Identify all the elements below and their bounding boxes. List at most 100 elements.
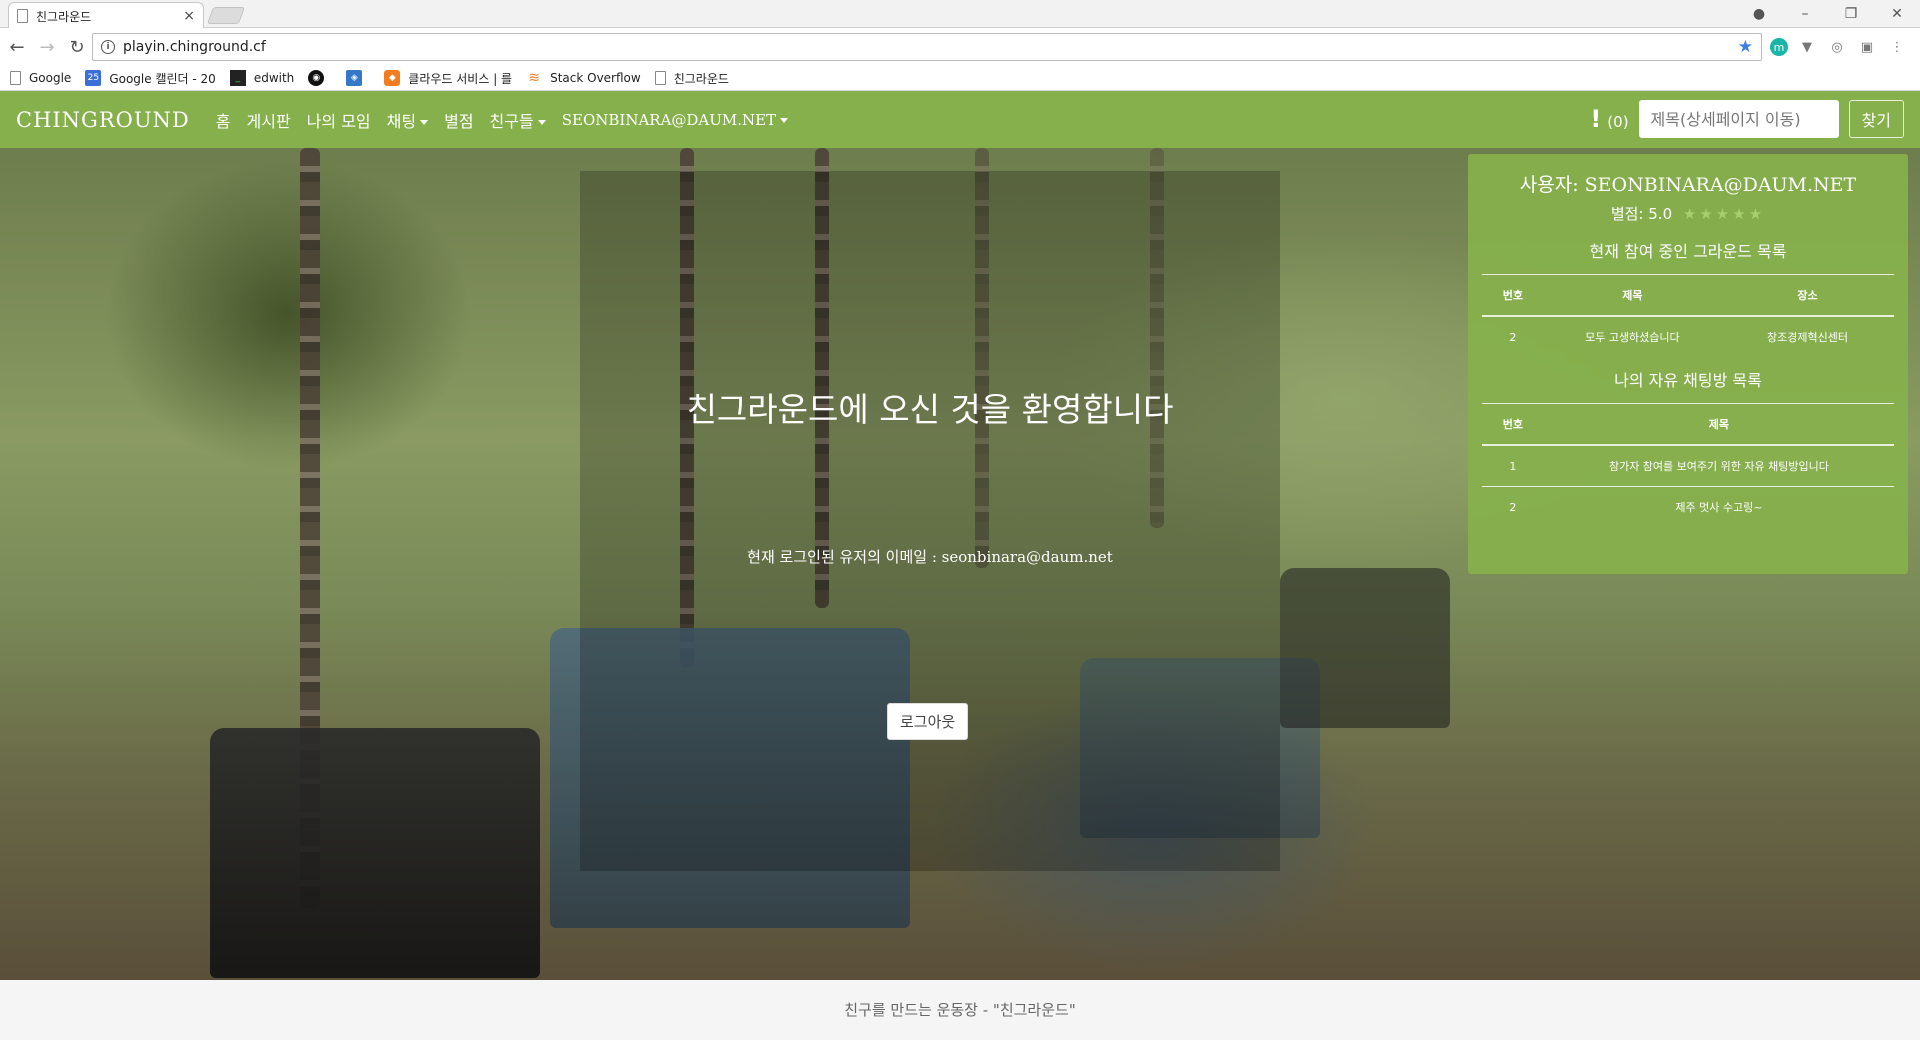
table-cell: 1 [1482, 445, 1544, 487]
brand-logo[interactable]: CHINGROUND [16, 108, 190, 132]
reload-icon[interactable]: ↻ [64, 34, 90, 60]
table-cell: 창조경제혁신센터 [1766, 331, 1848, 344]
column-header: 제목 [1543, 274, 1721, 317]
terminal-icon: _ [229, 70, 246, 86]
cube-icon: ◆ [384, 70, 401, 86]
tab-close-icon[interactable]: × [183, 8, 195, 24]
grounds-table: 번호 제목 장소 2 모두 고생하셨습니다 창조경제혁신센터 [1482, 274, 1894, 357]
notification-count[interactable]: (0) [1607, 113, 1628, 131]
bookmark-github[interactable]: ◉ [308, 70, 332, 86]
bookmark-label: 클라우드 서비스 | 를 [408, 71, 513, 86]
grounds-title: 현재 참여 중인 그라운드 목록 [1589, 242, 1787, 261]
info-icon[interactable]: i [101, 40, 115, 54]
close-window-button[interactable]: ✕ [1874, 0, 1920, 28]
nav-account-dropdown[interactable]: SEONBINARA@DAUM.NET [561, 110, 789, 129]
bookmark-label: Stack Overflow [550, 71, 641, 85]
extensions-bar: m ▼ ◎ ▣ ⋮ [1762, 36, 1908, 58]
table-cell: 2 [1509, 500, 1517, 514]
panel-user-label: 사용자: [1519, 174, 1579, 196]
bookmark-app[interactable]: ◈ [346, 70, 370, 86]
welcome-box: 친그라운드에 오신 것을 환영합니다 현재 로그인된 유저의 이메일 : seo… [580, 171, 1280, 871]
extension-v-icon[interactable]: ▼ [1796, 36, 1818, 58]
search-button[interactable]: 찾기 [1848, 100, 1904, 138]
welcome-title: 친그라운드에 오신 것을 환영합니다 [686, 390, 1174, 429]
notification-icon[interactable]: ! [1590, 105, 1601, 133]
nav-board[interactable]: 게시판 [247, 108, 291, 132]
caret-down-icon [780, 118, 789, 123]
chats-title: 나의 자유 채팅방 목록 [1614, 371, 1762, 390]
nav-rating[interactable]: 별점 [444, 108, 473, 132]
window-controls: ● – ❐ ✕ [1736, 0, 1920, 28]
swing-seat-decoration [1280, 568, 1450, 728]
page-icon [17, 9, 28, 23]
bookmark-calendar[interactable]: 25 Google 캘린더 - 20 [85, 70, 216, 87]
bookmark-label: Google 캘린더 - 20 [109, 71, 216, 86]
back-arrow-icon[interactable]: ← [4, 34, 30, 60]
bookmark-star-icon[interactable]: ★ [1738, 37, 1753, 57]
table-cell[interactable]: 참가자 참여를 보여주기 위한 자유 채팅방입니다 [1543, 445, 1894, 487]
app-icon: ◈ [346, 70, 363, 86]
chats-table: 번호 제목 1 참가자 참여를 보여주기 위한 자유 채팅방입니다 2 제주 멋… [1482, 403, 1894, 527]
browser-toolbar: ← → ↻ i playin.chinground.cf ★ m ▼ ◎ ▣ ⋮ [0, 28, 1920, 66]
logout-button[interactable]: 로그아웃 [887, 703, 969, 740]
table-row[interactable]: 1 참가자 참여를 보여주기 위한 자유 채팅방입니다 [1482, 445, 1894, 487]
page-icon [10, 71, 21, 85]
panel-user: 사용자: SEONBINARA@DAUM.NET [1482, 170, 1894, 197]
extension-square-icon[interactable]: ▣ [1856, 36, 1878, 58]
bookmark-label: Google [29, 71, 72, 85]
bookmark-stackoverflow[interactable]: ≋ Stack Overflow [526, 70, 641, 86]
address-bar[interactable]: i playin.chinground.cf ★ [92, 33, 1762, 61]
extension-circle-icon[interactable]: ◎ [1826, 36, 1848, 58]
table-row[interactable]: 2 모두 고생하셨습니다 창조경제혁신센터 [1482, 316, 1894, 357]
browser-tabstrip: 친그라운드 × ● – ❐ ✕ [0, 0, 1920, 29]
nav-account-label: SEONBINARA@DAUM.NET [561, 110, 777, 129]
bookmark-label: 친그라운드 [673, 71, 729, 86]
table-cell[interactable]: 모두 고생하셨습니다 [1544, 316, 1721, 357]
column-header: 장소 [1720, 274, 1894, 317]
caret-down-icon [537, 119, 546, 125]
nav-friends-dropdown[interactable]: 친구들 [490, 108, 546, 132]
swing-seat-decoration [210, 728, 540, 978]
nav-home[interactable]: 홈 [216, 108, 231, 132]
nav-chat-dropdown[interactable]: 채팅 [386, 108, 429, 132]
bookmark-edwith[interactable]: _ edwith [229, 70, 295, 86]
bookmark-cloud[interactable]: ◆ 클라우드 서비스 | 를 [384, 70, 512, 87]
bookmark-label: edwith [253, 71, 295, 85]
tab-title: 친그라운드 [36, 9, 92, 24]
column-header: 제목 [1543, 403, 1894, 446]
table-cell[interactable]: 제주 멋사 수고링~ [1544, 487, 1894, 528]
stackoverflow-icon: ≋ [528, 70, 540, 86]
restore-button[interactable]: ❐ [1828, 0, 1874, 28]
column-header: 번호 [1482, 274, 1544, 317]
user-info-panel: 사용자: SEONBINARA@DAUM.NET 별점: 5.0 ★★★★★ 현… [1468, 154, 1908, 574]
bookmark-google[interactable]: Google [10, 71, 71, 85]
search-input[interactable] [1638, 100, 1839, 138]
profile-icon[interactable]: ● [1736, 0, 1782, 28]
site-navbar: CHINGROUND 홈 게시판 나의 모임 채팅 별점 친구들 SEONBIN… [0, 91, 1920, 148]
column-header: 번호 [1482, 403, 1544, 446]
nav-my-meetings[interactable]: 나의 모임 [307, 108, 371, 132]
menu-kebab-icon[interactable]: ⋮ [1886, 36, 1908, 58]
panel-user-email: SEONBINARA@DAUM.NET [1584, 174, 1857, 196]
panel-rating: 별점: 5.0 ★★★★★ [1482, 203, 1894, 224]
table-row[interactable]: 2 제주 멋사 수고링~ [1482, 487, 1894, 528]
logged-in-email: 현재 로그인된 유저의 이메일 : seonbinara@daum.net [747, 548, 1113, 566]
caret-down-icon [420, 119, 429, 125]
bookmark-chinground[interactable]: 친그라운드 [654, 70, 729, 87]
bookmarks-bar: Google 25 Google 캘린더 - 20 _ edwith ◉ ◈ ◆ 클라… [0, 66, 1920, 91]
site: CHINGROUND 홈 게시판 나의 모임 채팅 별점 친구들 SEONBIN… [0, 91, 1920, 1040]
nav-chat-label: 채팅 [386, 111, 417, 131]
panel-rating-value: 5.0 [1648, 205, 1673, 223]
minimize-button[interactable]: – [1782, 0, 1828, 28]
browser-tab[interactable]: 친그라운드 × [8, 2, 204, 29]
new-tab-button[interactable] [206, 7, 246, 24]
github-icon: ◉ [308, 70, 325, 86]
forward-arrow-icon[interactable]: → [34, 34, 60, 60]
extension-m-icon[interactable]: m [1770, 38, 1788, 56]
star-rating-icon: ★★★★★ [1682, 205, 1766, 223]
url-text[interactable]: playin.chinground.cf [123, 39, 1738, 55]
nav-friends-label: 친구들 [489, 111, 534, 131]
table-cell: 2 [1509, 330, 1517, 344]
calendar-icon: 25 [85, 70, 102, 86]
page-icon [654, 71, 666, 85]
